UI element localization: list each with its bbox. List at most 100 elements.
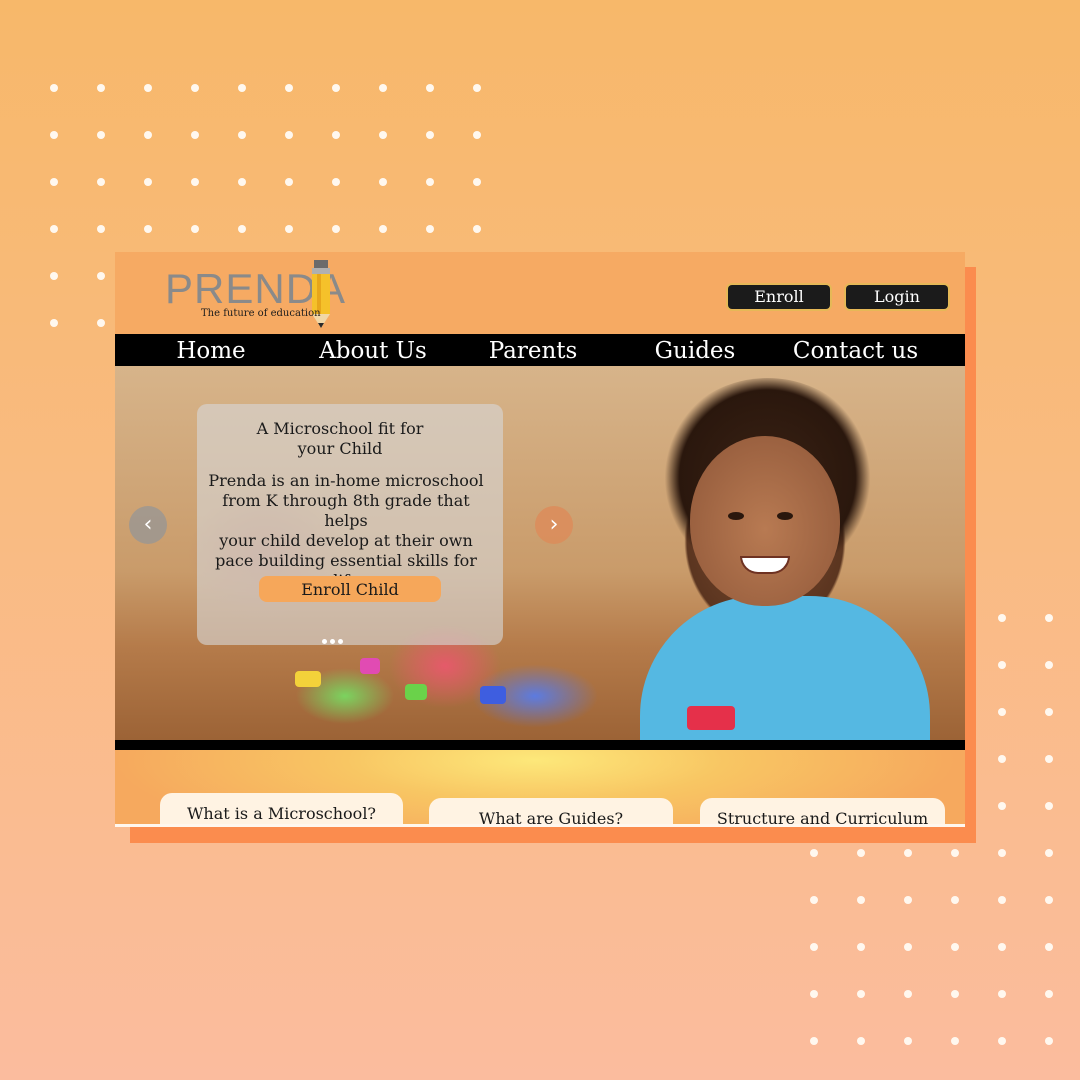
main-nav: Home About Us Parents Guides Contact us	[115, 334, 965, 366]
decor-dot	[904, 943, 912, 951]
card-structure-curriculum[interactable]: Structure and Curriculum	[700, 798, 945, 824]
decor-dot	[332, 225, 340, 233]
decor-dot	[332, 84, 340, 92]
decor-dot	[998, 614, 1006, 622]
decor-dot	[191, 225, 199, 233]
website-mockup: PRENDA The future of education Enroll Lo…	[115, 252, 965, 827]
decor-dot	[1045, 614, 1053, 622]
decor-dot	[144, 178, 152, 186]
decor-dot	[238, 84, 246, 92]
toy-blocks	[687, 706, 735, 730]
decor-dot	[904, 896, 912, 904]
nav-about-us[interactable]: About Us	[307, 334, 439, 366]
decor-dot	[379, 84, 387, 92]
toy-blocks	[295, 671, 321, 687]
chevron-left-icon[interactable]: ‹	[129, 506, 167, 544]
decor-dot	[998, 755, 1006, 763]
decor-dot	[810, 896, 818, 904]
decor-dot	[857, 943, 865, 951]
nav-contact-us[interactable]: Contact us	[783, 334, 928, 366]
toy-blocks	[405, 684, 427, 700]
decor-dot	[238, 131, 246, 139]
decor-dot	[191, 131, 199, 139]
enroll-button[interactable]: Enroll	[728, 285, 830, 309]
decor-dot	[426, 84, 434, 92]
toy-blocks	[480, 686, 506, 704]
decor-dot	[857, 849, 865, 857]
decor-dot	[1045, 896, 1053, 904]
nav-guides[interactable]: Guides	[635, 334, 755, 366]
decor-dot	[332, 178, 340, 186]
decor-dot	[50, 178, 58, 186]
decor-dot	[998, 943, 1006, 951]
decor-dot	[904, 1037, 912, 1045]
carousel-dot[interactable]	[322, 639, 327, 644]
decor-dot	[1045, 661, 1053, 669]
carousel-dot[interactable]	[338, 639, 343, 644]
decor-dot	[285, 225, 293, 233]
carousel-dot[interactable]	[330, 639, 335, 644]
hero-title-line: your Child	[297, 439, 383, 458]
decor-dot	[285, 131, 293, 139]
decor-dot	[50, 272, 58, 280]
card-what-is-microschool[interactable]: What is a Microschool?	[160, 793, 403, 824]
decor-dot	[1045, 708, 1053, 716]
info-section: What is a Microschool? What are Guides? …	[115, 750, 965, 824]
chevron-right-icon[interactable]: ›	[535, 506, 573, 544]
decor-dot	[1045, 849, 1053, 857]
decor-dot	[951, 1037, 959, 1045]
decor-dot	[951, 849, 959, 857]
decor-dot	[998, 708, 1006, 716]
decor-dot	[238, 178, 246, 186]
decor-dot	[144, 225, 152, 233]
decor-dot	[97, 319, 105, 327]
decor-dot	[473, 131, 481, 139]
decor-dot	[951, 990, 959, 998]
site-header: PRENDA The future of education Enroll Lo…	[115, 252, 965, 334]
decor-dot	[238, 225, 246, 233]
decor-dot	[857, 896, 865, 904]
decor-dot	[998, 990, 1006, 998]
decor-dot	[50, 319, 58, 327]
card-what-are-guides[interactable]: What are Guides?	[429, 798, 673, 824]
decor-dot	[97, 131, 105, 139]
decor-dot	[951, 943, 959, 951]
hero-title: A Microschool fit for your Child	[197, 419, 483, 459]
nav-home[interactable]: Home	[155, 334, 267, 366]
decor-dot	[97, 272, 105, 280]
decor-dot	[998, 802, 1006, 810]
decor-dot	[97, 225, 105, 233]
hero-description-line: your child develop at their own	[219, 531, 473, 550]
hero-description-line: Prenda is an in-home microschool	[208, 471, 484, 490]
hero-description: Prenda is an in-home microschool from K …	[202, 471, 490, 591]
prenda-logo[interactable]: PRENDA The future of education	[165, 260, 345, 328]
decor-dot	[426, 131, 434, 139]
decor-dot	[50, 131, 58, 139]
decor-dot	[857, 990, 865, 998]
decor-dot	[1045, 755, 1053, 763]
hero-photo-child-shirt	[640, 596, 930, 740]
hero-overlay-card: A Microschool fit for your Child Prenda …	[197, 404, 503, 645]
enroll-child-button[interactable]: Enroll Child	[259, 576, 441, 602]
decor-dot	[379, 131, 387, 139]
decor-dot	[285, 84, 293, 92]
hero-bottom-bar	[115, 740, 965, 750]
decor-dot	[810, 849, 818, 857]
decor-dot	[473, 178, 481, 186]
decor-dot	[473, 84, 481, 92]
decor-dot	[97, 178, 105, 186]
decor-dot	[379, 225, 387, 233]
decor-dot	[998, 849, 1006, 857]
decor-dot	[50, 225, 58, 233]
decor-dot	[144, 131, 152, 139]
decor-dot	[379, 178, 387, 186]
decor-dot	[285, 178, 293, 186]
decor-dot	[144, 84, 152, 92]
decor-dot	[951, 896, 959, 904]
login-button[interactable]: Login	[846, 285, 948, 309]
nav-parents[interactable]: Parents	[473, 334, 593, 366]
toy-blocks	[360, 658, 380, 674]
decor-dot	[857, 1037, 865, 1045]
carousel-indicators[interactable]	[322, 629, 346, 648]
decor-dot	[904, 990, 912, 998]
